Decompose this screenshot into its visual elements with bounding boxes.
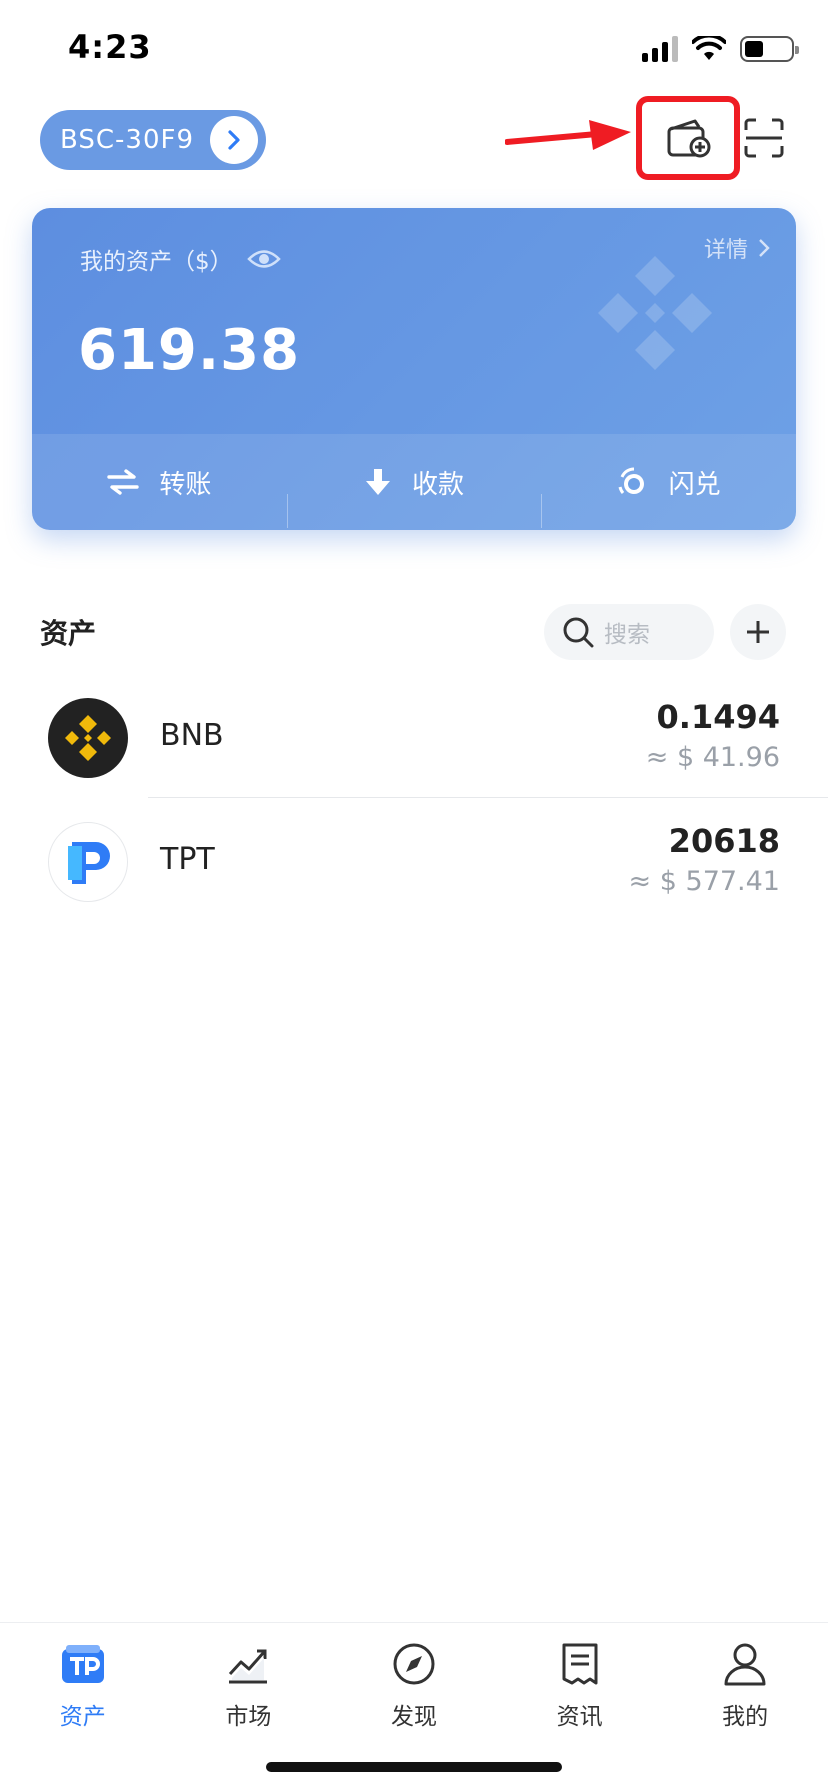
tab-assets[interactable]: 资产 — [0, 1623, 166, 1792]
wallet-switcher[interactable]: BSC-30F9 — [40, 110, 266, 170]
swap-icon — [618, 467, 644, 494]
total-asset-value: 619.38 — [78, 318, 301, 383]
search-input[interactable]: 搜索 — [544, 604, 714, 660]
scan-icon — [744, 118, 784, 158]
market-chart-icon — [223, 1639, 273, 1689]
home-indicator — [266, 1762, 562, 1772]
bnb-logo-icon — [48, 698, 128, 778]
eye-icon[interactable] — [246, 248, 281, 270]
scan-button[interactable] — [742, 116, 786, 160]
tab-profile[interactable]: 我的 — [662, 1623, 828, 1792]
transfer-icon — [107, 469, 140, 495]
assets-section-title: 资产 — [40, 617, 97, 650]
token-symbol: TPT — [160, 842, 215, 877]
detail-link[interactable]: 详情 — [704, 232, 770, 264]
wifi-icon — [692, 36, 726, 60]
my-assets-label: 我的资产（$） — [80, 242, 281, 276]
cellular-signal-icon — [642, 36, 678, 62]
chevron-right-icon — [210, 116, 258, 164]
search-icon — [563, 617, 594, 648]
compass-icon — [389, 1639, 439, 1689]
search-placeholder: 搜索 — [604, 622, 650, 648]
plus-icon — [747, 621, 769, 643]
token-fiat-value: ≈ $ 577.41 — [628, 866, 780, 897]
chevron-right-icon — [759, 239, 770, 257]
battery-icon — [740, 36, 799, 62]
token-row-tpt[interactable]: TPT 20618 ≈ $ 577.41 — [0, 800, 828, 922]
token-row-bnb[interactable]: BNB 0.1494 ≈ $ 41.96 — [0, 676, 828, 798]
wallet-name: BSC-30F9 — [60, 125, 195, 155]
tpt-logo-icon — [48, 822, 128, 902]
status-icons — [642, 34, 799, 64]
token-symbol: BNB — [160, 718, 224, 753]
receive-icon — [366, 469, 390, 495]
red-arrow-annotation — [505, 120, 631, 150]
news-icon — [555, 1639, 605, 1689]
row-divider — [148, 797, 828, 798]
swap-button[interactable]: 闪兑 — [541, 464, 796, 528]
wallet-add-icon — [667, 119, 711, 158]
card-actions: 转账 收款 闪兑 — [32, 434, 796, 530]
tp-wallet-icon — [58, 1639, 108, 1689]
status-bar: 4:23 — [0, 0, 828, 100]
token-amount: 20618 — [668, 822, 780, 860]
add-wallet-button[interactable] — [636, 96, 740, 180]
add-token-button[interactable] — [730, 604, 786, 660]
transfer-button[interactable]: 转账 — [32, 464, 287, 501]
profile-icon — [720, 1639, 770, 1689]
token-fiat-value: ≈ $ 41.96 — [645, 742, 780, 773]
receive-button[interactable]: 收款 — [286, 464, 542, 528]
asset-card: 我的资产（$） 详情 619.38 转账 收款 闪兑 — [32, 208, 796, 530]
status-time: 4:23 — [68, 28, 152, 66]
token-amount: 0.1494 — [656, 698, 780, 736]
bnb-watermark-icon — [598, 256, 712, 370]
